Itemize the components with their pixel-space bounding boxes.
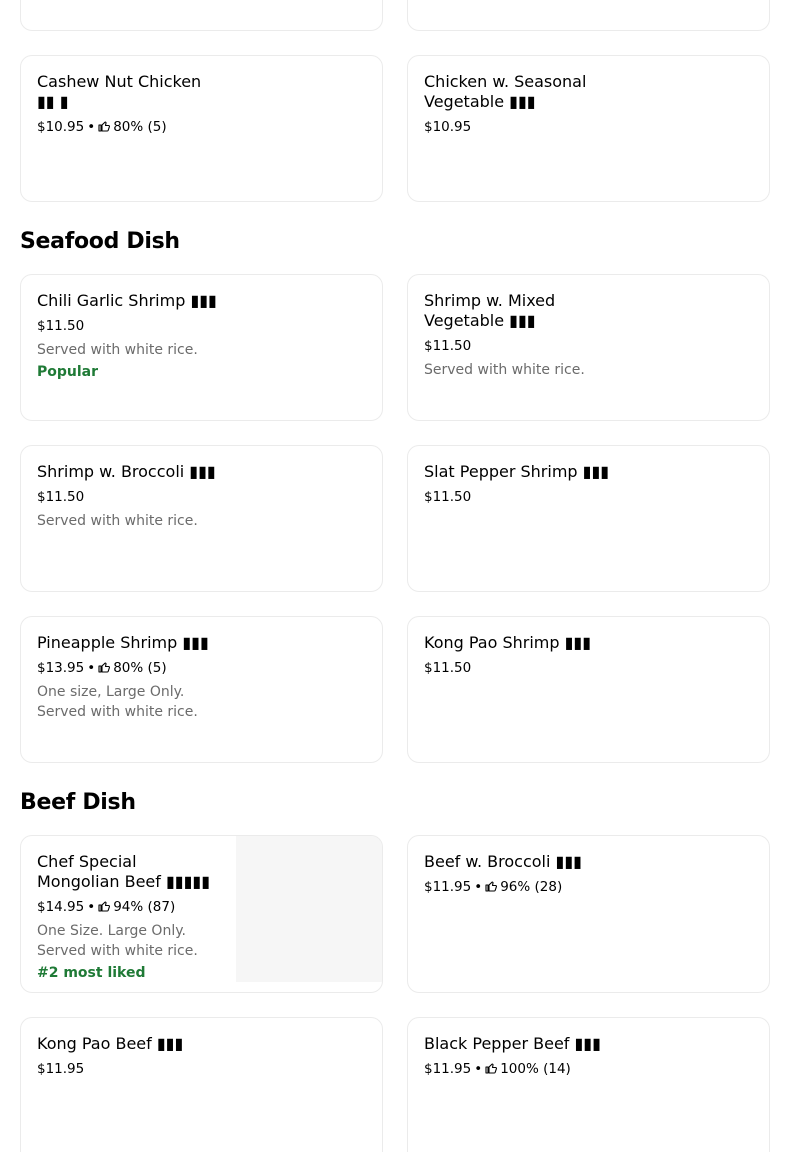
item-price: $11.50 xyxy=(424,338,472,354)
item-name: Beef w. Broccoli ▮▮▮ xyxy=(424,852,582,871)
item-meta: $11.50 xyxy=(37,316,223,336)
item-name: Pineapple Shrimp ▮▮▮ xyxy=(37,633,209,652)
menu-item-chili-garlic-shrimp[interactable]: Chili Garlic Shrimp ▮▮▮ $11.50 Served wi… xyxy=(20,274,383,421)
item-meta: $11.95 • 96% (28) xyxy=(424,877,610,897)
item-price: $11.50 xyxy=(37,318,85,334)
item-price: $14.95 xyxy=(37,899,85,915)
item-meta: $11.50 xyxy=(37,487,223,507)
item-meta: $14.95 • 94% (87) xyxy=(37,897,223,917)
item-name: Kong Pao Shrimp ▮▮▮ xyxy=(424,633,592,652)
menu-item-pineapple-shrimp[interactable]: Pineapple Shrimp ▮▮▮ $13.95 • 80% (5) One … xyxy=(20,616,383,763)
menu-item-shrimp-mixed-vegetable[interactable]: Shrimp w. Mixed Vegetable ▮▮▮ $11.50 Ser… xyxy=(407,274,770,421)
thumbs-up-icon xyxy=(98,121,111,132)
menu-item-cashew-nut-chicken[interactable]: Cashew Nut Chicken ▮▮ ▮ $10.95 • 80% (5) xyxy=(20,55,383,202)
menu-page: Cashew Nut Chicken ▮▮ ▮ $10.95 • 80% (5) C… xyxy=(0,0,804,1152)
popular-badge: Popular xyxy=(37,364,99,380)
item-meta: $10.95 • 80% (5) xyxy=(37,117,223,137)
item-price: $11.50 xyxy=(37,489,85,505)
item-rating: 96% (28) xyxy=(500,879,563,895)
menu-item-card-partial[interactable] xyxy=(407,0,770,31)
item-price: $11.95 xyxy=(37,1061,85,1077)
item-meta: $11.50 xyxy=(424,336,610,356)
thumbs-up-icon xyxy=(485,1063,498,1074)
item-meta: $11.95 • 100% (14) xyxy=(424,1059,610,1079)
menu-item-chicken-seasonal-vegetable[interactable]: Chicken w. Seasonal Vegetable ▮▮▮ $10.95 xyxy=(407,55,770,202)
item-meta: $11.95 xyxy=(37,1059,223,1079)
menu-item-slat-pepper-shrimp[interactable]: Slat Pepper Shrimp ▮▮▮ $11.50 xyxy=(407,445,770,592)
menu-item-kong-pao-beef[interactable]: Kong Pao Beef ▮▮▮ $11.95 xyxy=(20,1017,383,1152)
menu-item-shrimp-broccoli[interactable]: Shrimp w. Broccoli ▮▮▮ $11.50 Served wit… xyxy=(20,445,383,592)
separator: • xyxy=(474,879,483,895)
item-rating: 80% (5) xyxy=(113,660,167,676)
item-rating: 100% (14) xyxy=(500,1061,571,1077)
item-description: Served with white rice. xyxy=(424,362,585,378)
thumbs-up-icon xyxy=(98,662,111,673)
separator: • xyxy=(87,119,96,135)
menu-item-black-pepper-beef[interactable]: Black Pepper Beef ▮▮▮ $11.95 • 100% (14) xyxy=(407,1017,770,1152)
separator: • xyxy=(87,660,96,676)
item-name: Shrimp w. Mixed Vegetable ▮▮▮ xyxy=(424,291,556,330)
menu-item-chef-special-mongolian-beef[interactable]: Chef Special Mongolian Beef ▮▮▮▮▮ $14.95… xyxy=(20,835,383,993)
menu-item-beef-broccoli[interactable]: Beef w. Broccoli ▮▮▮ $11.95 • 96% (28) xyxy=(407,835,770,993)
most-liked-badge: #2 most liked xyxy=(37,965,146,981)
item-name: Slat Pepper Shrimp ▮▮▮ xyxy=(424,462,610,481)
item-meta: $13.95 • 80% (5) xyxy=(37,658,223,678)
section-title-beef: Beef Dish xyxy=(20,790,136,815)
item-meta: $11.50 xyxy=(424,658,610,678)
menu-item-kong-pao-shrimp[interactable]: Kong Pao Shrimp ▮▮▮ $11.50 xyxy=(407,616,770,763)
item-description: One size, Large Only. Served with white … xyxy=(37,684,198,720)
item-description: One Size. Large Only. Served with white … xyxy=(37,923,198,959)
item-image-placeholder xyxy=(236,836,382,982)
item-price: $10.95 xyxy=(424,119,472,135)
separator: • xyxy=(87,899,96,915)
item-rating: 94% (87) xyxy=(113,899,176,915)
item-name: Chef Special Mongolian Beef ▮▮▮▮▮ xyxy=(37,852,211,891)
item-name: Shrimp w. Broccoli ▮▮▮ xyxy=(37,462,216,481)
item-price: $11.95 xyxy=(424,879,472,895)
item-rating: 80% (5) xyxy=(113,119,167,135)
item-price: $11.50 xyxy=(424,660,472,676)
section-title-seafood: Seafood Dish xyxy=(20,229,180,254)
item-price: $10.95 xyxy=(37,119,85,135)
item-description: Served with white rice. xyxy=(37,342,198,358)
item-description: Served with white rice. xyxy=(37,513,198,529)
item-name: Chili Garlic Shrimp ▮▮▮ xyxy=(37,291,217,310)
item-name: Cashew Nut Chicken ▮▮ ▮ xyxy=(37,72,202,111)
item-price: $13.95 xyxy=(37,660,85,676)
separator: • xyxy=(474,1061,483,1077)
thumbs-up-icon xyxy=(485,881,498,892)
thumbs-up-icon xyxy=(98,901,111,912)
item-price: $11.50 xyxy=(424,489,472,505)
menu-item-card-partial[interactable] xyxy=(20,0,383,31)
item-price: $11.95 xyxy=(424,1061,472,1077)
item-meta: $11.50 xyxy=(424,487,610,507)
item-meta: $10.95 xyxy=(424,117,610,137)
item-name: Kong Pao Beef ▮▮▮ xyxy=(37,1034,184,1053)
item-name: Chicken w. Seasonal Vegetable ▮▮▮ xyxy=(424,72,587,111)
item-name: Black Pepper Beef ▮▮▮ xyxy=(424,1034,601,1053)
